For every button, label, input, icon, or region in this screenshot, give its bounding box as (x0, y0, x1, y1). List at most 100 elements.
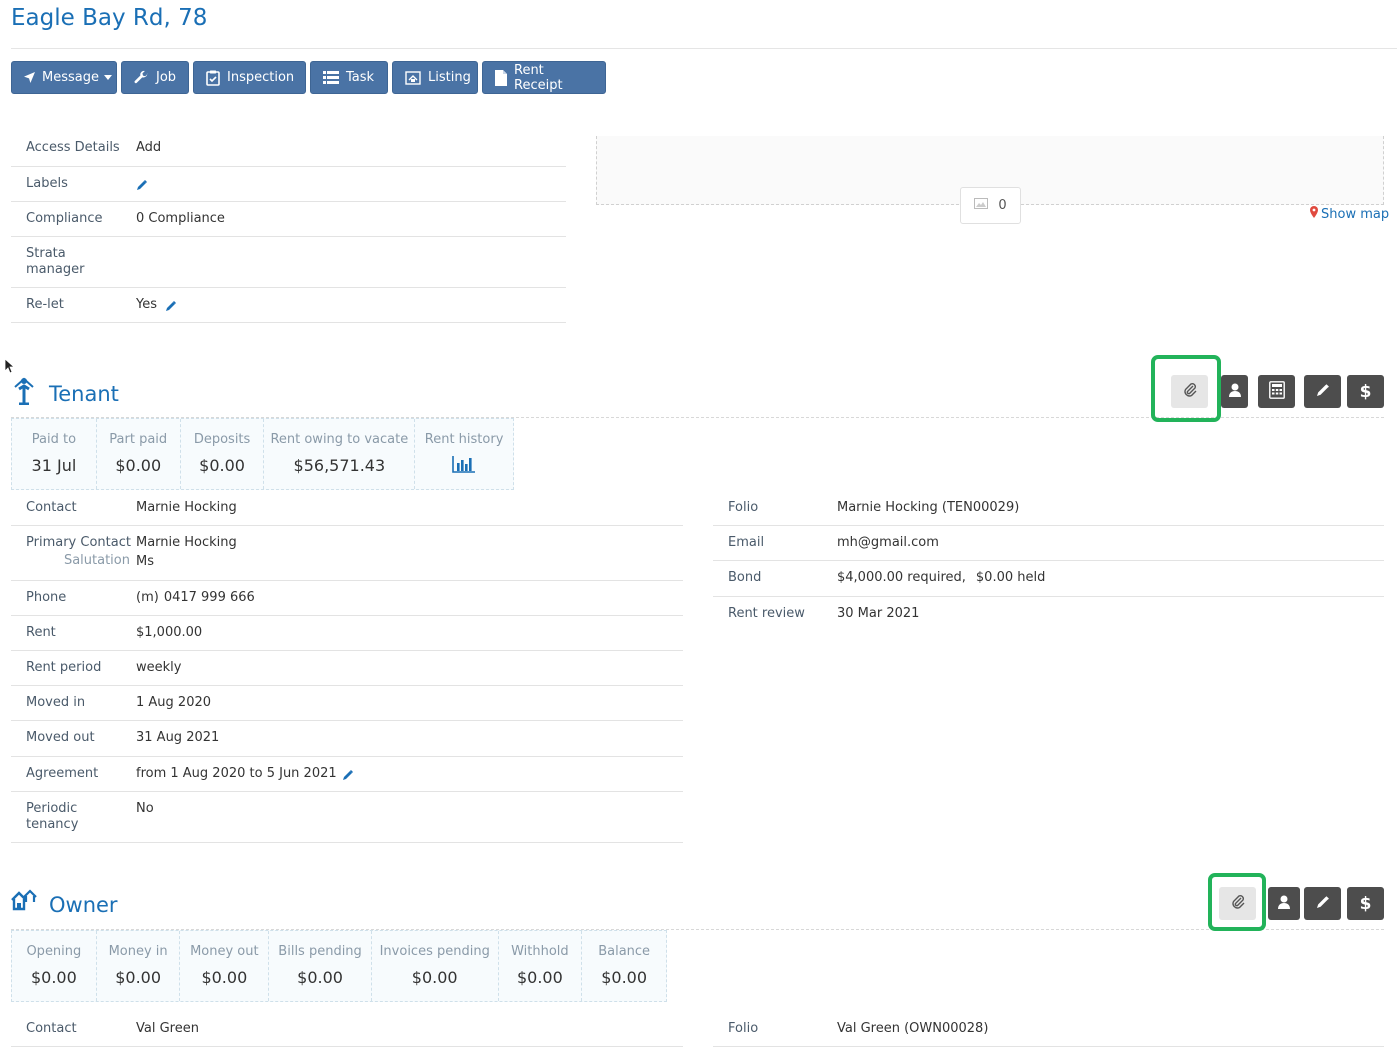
tenant-contact-label: Contact (26, 500, 77, 515)
owner-title: Owner (49, 892, 118, 917)
tenant-contact-button[interactable] (1221, 375, 1248, 408)
owner-contact-label: Contact (26, 1021, 77, 1036)
task-button[interactable]: Task (310, 61, 388, 94)
listing-button-label: Listing (428, 70, 471, 85)
stat-rent-history[interactable]: Rent history (415, 419, 513, 489)
tenant-title: Tenant (49, 381, 119, 406)
tenant-rent-review-row: Rent review 30 Mar 2021 (713, 597, 1384, 632)
labels-row: Labels (11, 167, 566, 202)
owner-summary-stats: Opening $0.00 Money in $0.00 Money out $… (11, 930, 667, 1002)
relet-value: Yes (136, 297, 157, 312)
title-divider (11, 48, 1397, 49)
tenant-rent-row: Rent $1,000.00 (11, 616, 683, 651)
access-details-add-link[interactable]: Add (136, 140, 161, 166)
owner-attachments-button[interactable] (1219, 887, 1256, 920)
access-details-label: Access Details (26, 140, 120, 155)
compliance-label: Compliance (26, 211, 103, 226)
primary-contact-link[interactable]: Marnie Hocking (136, 535, 237, 551)
calculator-icon (1268, 380, 1285, 403)
rent-value: $1,000.00 (136, 625, 203, 640)
folio-label: Folio (728, 500, 759, 515)
listing-button[interactable]: Listing (392, 61, 478, 94)
moved-out-label: Moved out (26, 730, 95, 745)
tenant-moved-out-row: Moved out 31 Aug 2021 (11, 721, 683, 757)
moved-in-value: 1 Aug 2020 (136, 695, 212, 710)
phone-link[interactable]: 0417 999 666 (164, 590, 255, 615)
periodic-tenancy-label: Periodic tenancy (26, 801, 79, 832)
show-map-label: Show map (1321, 206, 1390, 222)
message-button[interactable]: Message (11, 61, 117, 94)
folio-link[interactable]: Marnie Hocking (TEN00029) (837, 500, 1019, 525)
bar-chart-icon[interactable] (452, 455, 476, 477)
tenant-edit-button[interactable] (1304, 375, 1341, 408)
tenant-calculator-button[interactable] (1258, 375, 1295, 408)
edit-labels-pencil-icon[interactable] (136, 176, 148, 201)
rent-review-label: Rent review (728, 606, 805, 621)
strata-manager-row: Strata manager (11, 237, 566, 288)
stat-balance: Balance $0.00 (598, 944, 651, 987)
stat-withhold: Withhold $0.00 (499, 931, 583, 1001)
tenant-section-header: Tenant (11, 377, 119, 410)
tenant-contact-link[interactable]: Marnie Hocking (136, 500, 237, 525)
agreement-link[interactable]: from 1 Aug 2020 to 5 Jun 2021 (136, 766, 337, 791)
document-icon (495, 69, 507, 86)
listing-board-icon (405, 70, 421, 85)
rent-receipt-button[interactable]: Rent Receipt (482, 61, 606, 94)
stat-invoices-pending: Invoices pending $0.00 (372, 931, 499, 1001)
compliance-link[interactable]: 0 Compliance (136, 211, 225, 236)
job-button[interactable]: Job (121, 61, 189, 94)
stat-part-paid: Part paid $0.00 (97, 419, 181, 489)
email-link[interactable]: mh@gmail.com (837, 535, 939, 560)
owner-folio-link[interactable]: Val Green (OWN00028) (837, 1021, 988, 1046)
dollar-icon: $ (1359, 381, 1372, 402)
edit-agreement-pencil-icon[interactable] (342, 766, 354, 791)
stat-rent-owing-to-vacate: Rent owing to vacate $56,571.43 (264, 419, 416, 489)
compliance-row: Compliance 0 Compliance (11, 202, 566, 237)
bond-required-link[interactable]: $4,000.00 required, (837, 570, 966, 596)
rent-label: Rent (26, 625, 56, 640)
paperclip-icon (1231, 894, 1245, 914)
chevron-down-icon (103, 75, 112, 80)
stat-paid-to: Paid to 31 Jul (12, 419, 97, 489)
task-button-label: Task (346, 70, 375, 85)
periodic-tenancy-value: No (136, 801, 154, 816)
tenant-email-row: Email mh@gmail.com (713, 526, 1384, 561)
owner-contact-button[interactable] (1268, 887, 1300, 920)
labels-label: Labels (26, 176, 68, 191)
edit-relet-pencil-icon[interactable] (165, 297, 177, 322)
phone-type: (m) (136, 590, 159, 605)
page-title: Eagle Bay Rd, 78 (11, 5, 208, 31)
photo-count-button[interactable]: 0 (960, 187, 1021, 224)
owner-contact-row: Contact Val Green (11, 1012, 683, 1047)
action-toolbar: Message Job Inspection Task Listing Rent… (11, 61, 606, 94)
email-label: Email (728, 535, 765, 550)
phone-label: Phone (26, 590, 67, 605)
rent-period-label: Rent period (26, 660, 102, 675)
owner-edit-button[interactable] (1304, 887, 1341, 920)
stat-money-in: Money in $0.00 (97, 931, 181, 1001)
pencil-icon (1316, 383, 1330, 401)
tenant-folio-row: Folio Marnie Hocking (TEN00029) (713, 491, 1384, 526)
tenant-payment-button[interactable]: $ (1347, 375, 1384, 408)
map-pin-icon (1310, 206, 1318, 222)
owner-payment-button[interactable]: $ (1347, 887, 1384, 920)
inspection-button[interactable]: Inspection (193, 61, 306, 94)
user-icon (1228, 383, 1241, 401)
tenant-periodic-row: Periodic tenancy No (11, 792, 683, 843)
tenant-person-icon (11, 377, 37, 410)
user-icon (1278, 895, 1290, 913)
pencil-icon (1316, 895, 1330, 913)
job-button-label: Job (156, 70, 177, 85)
tenant-attachments-button[interactable] (1171, 375, 1208, 408)
show-map-link[interactable]: Show map (1310, 206, 1389, 222)
owner-folio-label: Folio (728, 1021, 759, 1036)
moved-in-label: Moved in (26, 695, 86, 710)
list-icon (323, 71, 339, 84)
tenant-agreement-row: Agreement from 1 Aug 2020 to 5 Jun 2021 (11, 757, 683, 792)
owner-contact-link[interactable]: Val Green (136, 1021, 199, 1046)
stat-deposits: Deposits $0.00 (181, 419, 265, 489)
bond-held-link[interactable]: $0.00 held (976, 570, 1045, 596)
primary-contact-label: Primary Contact (26, 535, 131, 550)
rent-review-value: 30 Mar 2021 (837, 606, 920, 621)
mouse-cursor-icon (4, 358, 16, 378)
